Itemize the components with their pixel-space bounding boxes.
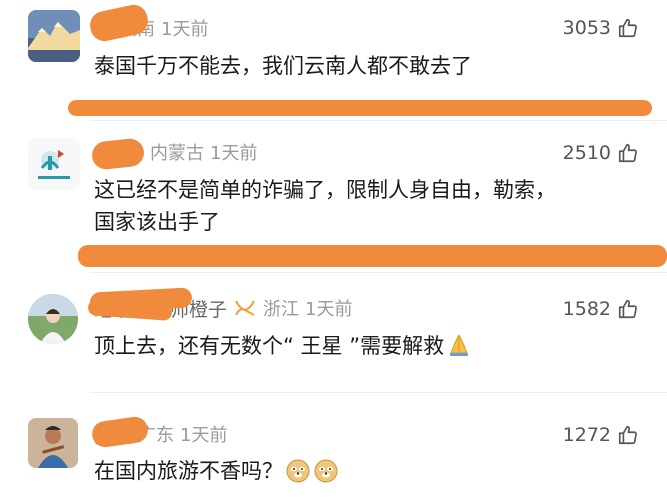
location-label: 内蒙古 [150,143,204,164]
like-count: 1582 [562,298,611,320]
divider [90,120,667,121]
doge-emoji-icon [314,459,338,483]
divider [90,392,667,393]
timestamp: 1天前 [180,425,228,446]
location-label: 浙江 [263,299,300,320]
avatar[interactable] [28,418,78,468]
logo-avatar-image [28,138,80,190]
comment-text-row: 顶上去，还有无数个“ 王星 ”需要解救 [94,330,647,362]
vip-badge-icon [235,300,255,316]
thumbs-up-icon[interactable] [617,298,639,320]
timestamp: 1天前 [161,19,209,40]
thumbs-up-icon[interactable] [617,142,639,164]
comment-text: 顶上去，还有无数个“ 王星 ”需要解救 [94,334,445,358]
thumbs-up-icon[interactable] [617,17,639,39]
timestamp: 1天前 [210,143,258,164]
like-count: 2510 [562,142,611,164]
divider [90,272,667,273]
character-avatar-image [28,418,78,468]
like-count: 1272 [562,424,611,446]
pray-emoji-icon [450,334,469,356]
like-count: 3053 [562,17,611,39]
redaction-mark [68,100,652,116]
comment-text: 在国内旅游不香吗？ [94,459,283,483]
comment-text-row: 在国内旅游不香吗？ [94,455,647,487]
comment-text-line: 国家该出手了 [94,210,220,234]
timestamp: 1天前 [305,299,353,320]
doge-emoji-icon [286,459,310,483]
photo-avatar-image [28,294,78,344]
mountain-avatar-image [28,10,80,62]
comment-text: 这已经不是简单的诈骗了，限制人身自由，勒索， 国家该出手了 [94,174,647,238]
redaction-mark [78,245,667,267]
avatar[interactable] [28,294,78,344]
avatar[interactable] [28,10,80,62]
comment-text: 泰国千万不能去，我们云南人都不敢去了 [94,54,472,78]
comment-text-line: 这已经不是简单的诈骗了，限制人身自由，勒索， [94,178,556,202]
avatar[interactable] [28,138,80,190]
thumbs-up-icon[interactable] [617,424,639,446]
